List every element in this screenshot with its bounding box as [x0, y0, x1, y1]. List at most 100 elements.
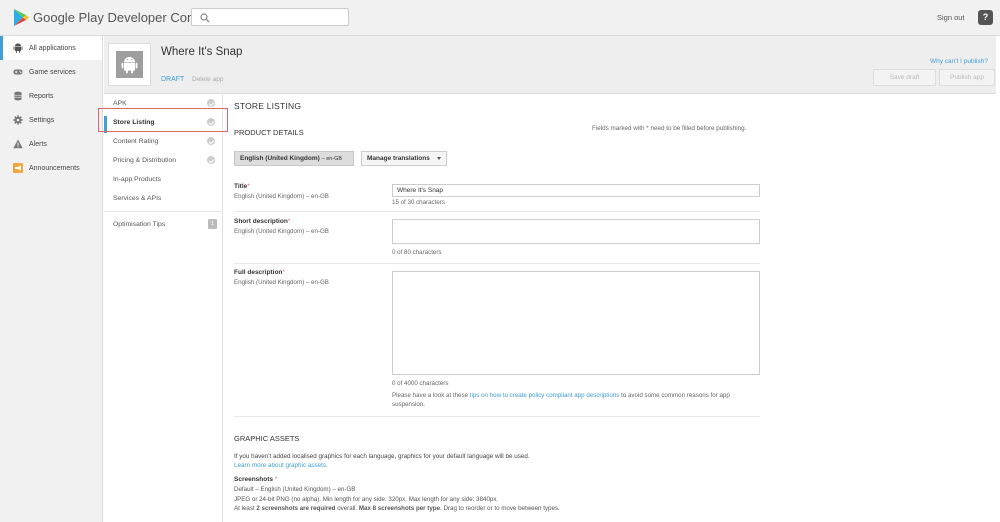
- highlight-box: [98, 108, 228, 132]
- nav-item-label: All applications: [29, 44, 76, 52]
- nav-item-label: Settings: [29, 116, 55, 124]
- subnav-item-content-rating[interactable]: Content Rating: [104, 132, 222, 151]
- section-heading-graphic-assets: GRAPHIC ASSETS: [234, 434, 300, 443]
- required-fields-note: Fields marked with * need to be filled b…: [592, 125, 747, 132]
- count-badge: 1: [208, 219, 217, 229]
- nav-item-alerts[interactable]: Alerts: [0, 132, 102, 156]
- manage-translations-label: Manage translations: [367, 155, 430, 162]
- title-input[interactable]: Where It's Snap: [392, 184, 760, 197]
- screenshots-info: Default – English (United Kingdom) – en-…: [234, 485, 560, 514]
- required-marker: *: [247, 183, 250, 190]
- publish-app-button[interactable]: Publish app: [939, 69, 995, 86]
- required-marker: *: [274, 476, 278, 483]
- chevron-down-icon: [437, 157, 441, 160]
- divider: [104, 211, 222, 212]
- subnav-item-label: APK: [113, 100, 127, 107]
- app-icon: [108, 43, 151, 86]
- section-heading-product-details: PRODUCT DETAILS: [234, 128, 304, 137]
- subnav-item-label: In-app Products: [113, 176, 161, 183]
- screenshots-label: Screenshots *: [234, 476, 277, 483]
- store-listing-form: STORE LISTING PRODUCT DETAILS Fields mar…: [234, 94, 764, 522]
- top-bar: Google Play Developer Console Sign out ?: [0, 0, 1000, 36]
- full-description-label-text: Full description: [234, 269, 283, 276]
- help-icon[interactable]: ?: [978, 10, 993, 25]
- subnav-item-services-apis[interactable]: Services & APIs: [104, 189, 222, 208]
- short-description-row: Short description* English (United Kingd…: [234, 218, 760, 264]
- search-input[interactable]: [191, 8, 349, 26]
- language-label: English (United Kingdom): [240, 155, 320, 162]
- screenshots-label-text: Screenshots: [234, 476, 274, 483]
- nav-item-reports[interactable]: Reports: [0, 84, 102, 108]
- policy-tips-text: Please have a look at these tips on how …: [392, 391, 762, 409]
- app-header: Where It's Snap DRAFT Delete app Why can…: [104, 36, 996, 94]
- database-icon: [14, 91, 22, 101]
- subnav-item-optimisation-tips[interactable]: Optimisation Tips 1: [104, 215, 222, 234]
- left-navigation: All applications Game services Reports S…: [0, 36, 103, 522]
- req-text-d: Max 8 screenshots per type: [358, 505, 441, 512]
- search-icon: [200, 13, 210, 23]
- check-circle-icon: [207, 156, 215, 164]
- nav-item-label: Reports: [29, 92, 54, 100]
- save-draft-button[interactable]: Save draft: [873, 69, 936, 86]
- why-cant-publish-link[interactable]: Why can't I publish?: [930, 58, 988, 65]
- req-text-c: overall.: [335, 505, 359, 512]
- app-title: Where It's Snap: [161, 46, 243, 58]
- learn-more-graphic-assets-link[interactable]: Learn more about graphic assets.: [234, 462, 328, 469]
- sign-out-link[interactable]: Sign out: [937, 13, 965, 22]
- app-icon-placeholder: [116, 51, 143, 78]
- subnav-item-label: Pricing & Distribution: [113, 157, 177, 164]
- gear-icon: [13, 115, 23, 125]
- title-counter: 15 of 30 characters: [392, 199, 445, 206]
- policy-tips-link[interactable]: tips on how to create policy compliant a…: [470, 392, 620, 399]
- screenshots-format: JPEG or 24-bit PNG (no alpha). Min lengt…: [234, 495, 499, 503]
- screenshots-requirements: At least 2 screenshots are required over…: [234, 504, 560, 514]
- nav-item-all-applications[interactable]: All applications: [0, 36, 102, 60]
- short-description-label-text: Short description: [234, 218, 288, 225]
- subnav-item-label: Optimisation Tips: [113, 221, 166, 228]
- title-language: English (United Kingdom) – en-GB: [234, 193, 329, 200]
- subnav-item-label: Content Rating: [113, 138, 159, 145]
- short-description-label: Short description*: [234, 218, 290, 225]
- req-text-a: At least: [234, 505, 257, 512]
- full-description-label: Full description*: [234, 269, 285, 276]
- graphic-assets-info: If you haven't added localised graphics …: [234, 452, 530, 470]
- graphic-assets-note: If you haven't added localised graphics …: [234, 453, 530, 460]
- req-text-b: 2 screenshots are required: [256, 505, 336, 512]
- delete-app-link[interactable]: Delete app: [192, 76, 223, 83]
- nav-item-label: Announcements: [29, 164, 80, 172]
- nav-item-label: Game services: [29, 68, 76, 76]
- status-badge: DRAFT: [161, 76, 185, 83]
- check-circle-icon: [207, 137, 215, 145]
- required-marker: *: [282, 269, 285, 276]
- google-play-logo-icon[interactable]: [13, 9, 29, 26]
- short-description-input[interactable]: [392, 219, 760, 244]
- tips-text-pre: Please have a look at these: [392, 392, 470, 399]
- manage-translations-button[interactable]: Manage translations: [361, 151, 447, 166]
- subnav-item-in-app-products[interactable]: In-app Products: [104, 170, 222, 189]
- language-button[interactable]: English (United Kingdom) – en-GB: [234, 151, 354, 166]
- nav-item-game-services[interactable]: Game services: [0, 60, 102, 84]
- short-description-language: English (United Kingdom) – en-GB: [234, 228, 329, 235]
- title-field-row: Title* English (United Kingdom) – en-GB …: [234, 183, 760, 212]
- title-label: Title*: [234, 183, 250, 190]
- nav-item-label: Alerts: [29, 140, 47, 148]
- check-circle-icon: [207, 99, 215, 107]
- short-description-counter: 0 of 80 characters: [392, 249, 442, 256]
- screenshots-language: Default – English (United Kingdom) – en-…: [234, 486, 356, 493]
- nav-item-announcements[interactable]: Announcements: [0, 156, 102, 180]
- req-text-e: . Drag to reorder or to move between typ…: [440, 505, 560, 512]
- full-description-input[interactable]: [392, 271, 760, 375]
- required-marker: *: [287, 218, 291, 225]
- subnav-item-pricing-distribution[interactable]: Pricing & Distribution: [104, 151, 222, 170]
- android-icon: [121, 57, 138, 74]
- language-code: – en-GB: [321, 156, 343, 162]
- full-description-language: English (United Kingdom) – en-GB: [234, 279, 329, 286]
- megaphone-icon: [13, 163, 23, 173]
- page-title: STORE LISTING: [234, 101, 302, 111]
- nav-item-settings[interactable]: Settings: [0, 108, 102, 132]
- app-section-nav: APK Store Listing Content Rating Pricing…: [104, 94, 223, 522]
- brand-google: Google Play: [33, 10, 104, 25]
- subnav-item-label: Services & APIs: [113, 195, 162, 202]
- title-label-text: Title: [234, 183, 248, 190]
- gamepad-icon: [13, 69, 23, 75]
